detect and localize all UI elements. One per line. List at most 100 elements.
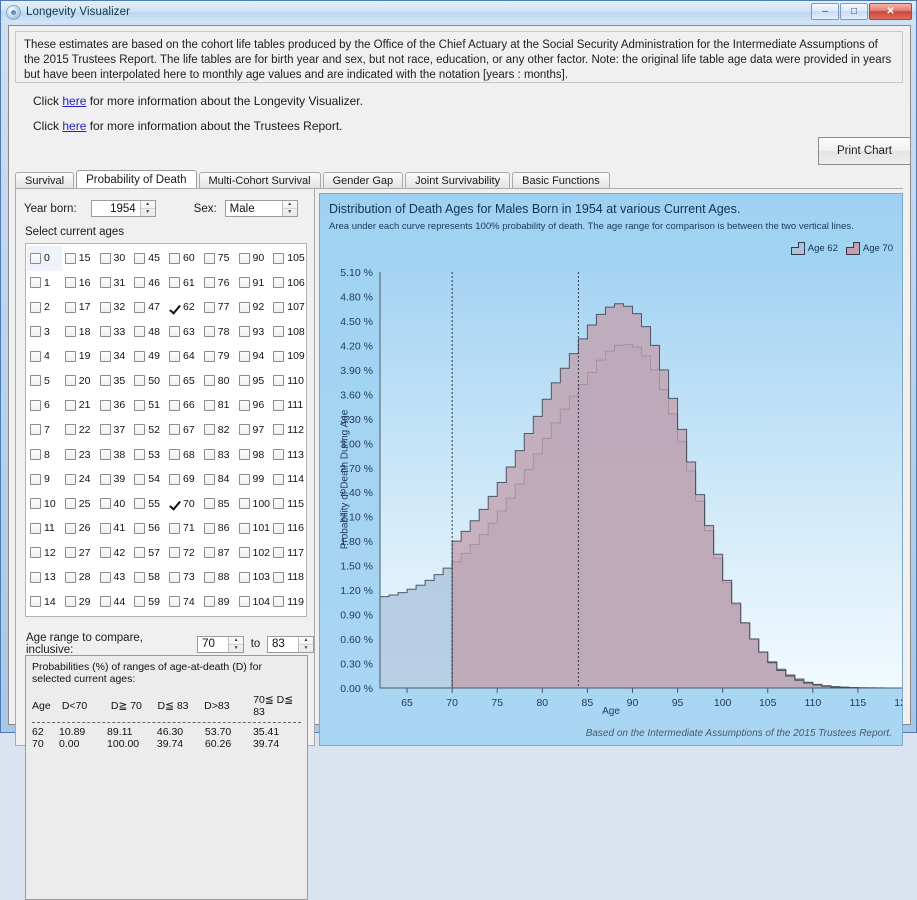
checkbox-icon[interactable] bbox=[30, 596, 41, 608]
checkbox-icon[interactable] bbox=[169, 424, 180, 436]
checkbox-icon[interactable] bbox=[273, 547, 285, 559]
checkbox-icon[interactable] bbox=[99, 498, 111, 510]
age-checkbox-14[interactable]: 14 bbox=[27, 589, 62, 614]
checkbox-icon[interactable] bbox=[273, 473, 285, 485]
age-checkbox-95[interactable]: 95 bbox=[236, 369, 271, 394]
age-checkbox-21[interactable]: 21 bbox=[62, 393, 97, 418]
sex-up-icon[interactable]: ▲ bbox=[282, 201, 297, 209]
age-checkbox-9[interactable]: 9 bbox=[27, 467, 62, 492]
age-checkbox-6[interactable]: 6 bbox=[27, 393, 62, 418]
age-checkbox-97[interactable]: 97 bbox=[236, 418, 271, 443]
checkbox-icon[interactable] bbox=[64, 473, 76, 485]
age-checkbox-2[interactable]: 2 bbox=[27, 295, 62, 320]
checkbox-icon[interactable] bbox=[99, 596, 111, 608]
checkbox-icon[interactable] bbox=[169, 522, 180, 534]
checkbox-icon[interactable] bbox=[30, 277, 41, 289]
age-checkbox-13[interactable]: 13 bbox=[27, 565, 62, 590]
age-checkbox-32[interactable]: 32 bbox=[97, 295, 132, 320]
checkbox-icon[interactable] bbox=[203, 277, 215, 289]
age-checkbox-3[interactable]: 3 bbox=[27, 320, 62, 345]
age-checkbox-105[interactable]: 105 bbox=[270, 246, 305, 271]
age-checkbox-74[interactable]: 74 bbox=[166, 589, 201, 614]
age-checkbox-91[interactable]: 91 bbox=[236, 271, 271, 296]
checkbox-icon[interactable] bbox=[169, 473, 180, 485]
checkbox-icon[interactable] bbox=[238, 498, 250, 510]
year-born-value[interactable]: 1954 bbox=[92, 201, 140, 216]
age-checkbox-88[interactable]: 88 bbox=[201, 565, 236, 590]
age-checkbox-46[interactable]: 46 bbox=[131, 271, 166, 296]
trustees-report-link[interactable]: here bbox=[62, 119, 86, 133]
age-checkbox-63[interactable]: 63 bbox=[166, 320, 201, 345]
age-checkbox-33[interactable]: 33 bbox=[97, 320, 132, 345]
age-checkbox-4[interactable]: 4 bbox=[27, 344, 62, 369]
age-checkbox-31[interactable]: 31 bbox=[97, 271, 132, 296]
checkbox-icon[interactable] bbox=[238, 596, 250, 608]
age-checkbox-grid[interactable]: 0 1 2 3 4 5 6 7 8 9 10 11 12 13 14 15 16 17 18 19 20 21 22 23 24… bbox=[25, 243, 307, 617]
checkbox-icon[interactable] bbox=[238, 350, 250, 362]
checkbox-icon[interactable] bbox=[30, 350, 41, 362]
range-to-spin-buttons[interactable]: ▲ ▼ bbox=[298, 636, 313, 652]
checkbox-icon[interactable] bbox=[134, 277, 146, 289]
print-chart-button[interactable]: Print Chart bbox=[818, 137, 911, 165]
checkbox-icon[interactable] bbox=[169, 571, 180, 583]
age-checkbox-102[interactable]: 102 bbox=[236, 540, 271, 565]
checkbox-icon[interactable] bbox=[64, 449, 76, 461]
checkbox-icon[interactable] bbox=[99, 449, 111, 461]
age-checkbox-71[interactable]: 71 bbox=[166, 516, 201, 541]
age-checkbox-94[interactable]: 94 bbox=[236, 344, 271, 369]
checkbox-icon[interactable] bbox=[273, 596, 285, 608]
age-checkbox-51[interactable]: 51 bbox=[131, 393, 166, 418]
checkbox-icon[interactable] bbox=[238, 424, 250, 436]
age-checkbox-83[interactable]: 83 bbox=[201, 442, 236, 467]
checkbox-icon[interactable] bbox=[203, 252, 215, 264]
checkbox-icon[interactable] bbox=[99, 277, 111, 289]
sex-down-icon[interactable]: ▼ bbox=[283, 209, 297, 216]
checkbox-icon[interactable] bbox=[169, 596, 180, 608]
checkbox-icon[interactable] bbox=[99, 399, 111, 411]
checkbox-icon[interactable] bbox=[134, 522, 146, 534]
age-checkbox-55[interactable]: 55 bbox=[131, 491, 166, 516]
checkbox-icon[interactable] bbox=[238, 449, 250, 461]
checkbox-icon[interactable] bbox=[273, 399, 285, 411]
range-from-value[interactable]: 70 bbox=[198, 637, 228, 652]
year-born-down-icon[interactable]: ▼ bbox=[141, 209, 155, 216]
checkbox-icon[interactable] bbox=[134, 350, 146, 362]
age-checkbox-25[interactable]: 25 bbox=[62, 491, 97, 516]
checkbox-icon[interactable] bbox=[30, 571, 41, 583]
age-checkbox-118[interactable]: 118 bbox=[270, 565, 305, 590]
age-checkbox-1[interactable]: 1 bbox=[27, 271, 62, 296]
age-checkbox-111[interactable]: 111 bbox=[270, 393, 305, 418]
age-checkbox-75[interactable]: 75 bbox=[201, 246, 236, 271]
checkbox-icon[interactable] bbox=[99, 301, 111, 313]
age-checkbox-36[interactable]: 36 bbox=[97, 393, 132, 418]
checkbox-icon[interactable] bbox=[203, 375, 215, 387]
tab-basic-functions[interactable]: Basic Functions bbox=[512, 172, 610, 189]
checkbox-icon[interactable] bbox=[99, 522, 111, 534]
checkbox-icon[interactable] bbox=[169, 277, 180, 289]
checkbox-icon[interactable] bbox=[64, 547, 76, 559]
year-born-stepper[interactable]: 1954 ▲ ▼ bbox=[90, 200, 156, 217]
checkbox-icon[interactable] bbox=[134, 547, 146, 559]
age-checkbox-96[interactable]: 96 bbox=[236, 393, 271, 418]
checkbox-icon[interactable] bbox=[203, 350, 215, 362]
age-checkbox-90[interactable]: 90 bbox=[236, 246, 271, 271]
age-checkbox-11[interactable]: 11 bbox=[27, 516, 62, 541]
age-checkbox-26[interactable]: 26 bbox=[62, 516, 97, 541]
age-checkbox-60[interactable]: 60 bbox=[166, 246, 201, 271]
age-checkbox-58[interactable]: 58 bbox=[131, 565, 166, 590]
checkbox-icon[interactable] bbox=[30, 498, 41, 510]
age-checkbox-73[interactable]: 73 bbox=[166, 565, 201, 590]
age-checkbox-18[interactable]: 18 bbox=[62, 320, 97, 345]
checkbox-icon[interactable] bbox=[30, 326, 41, 338]
age-checkbox-104[interactable]: 104 bbox=[236, 589, 271, 614]
year-born-spin-buttons[interactable]: ▲ ▼ bbox=[139, 201, 155, 216]
age-checkbox-16[interactable]: 16 bbox=[62, 271, 97, 296]
checkbox-icon[interactable] bbox=[203, 596, 215, 608]
checkbox-icon[interactable] bbox=[99, 424, 111, 436]
age-checkbox-43[interactable]: 43 bbox=[97, 565, 132, 590]
checkbox-icon[interactable] bbox=[64, 424, 76, 436]
age-checkbox-54[interactable]: 54 bbox=[131, 467, 166, 492]
age-checkbox-112[interactable]: 112 bbox=[270, 418, 305, 443]
age-checkbox-62[interactable]: 62 bbox=[166, 295, 201, 320]
checkbox-icon[interactable] bbox=[273, 277, 285, 289]
